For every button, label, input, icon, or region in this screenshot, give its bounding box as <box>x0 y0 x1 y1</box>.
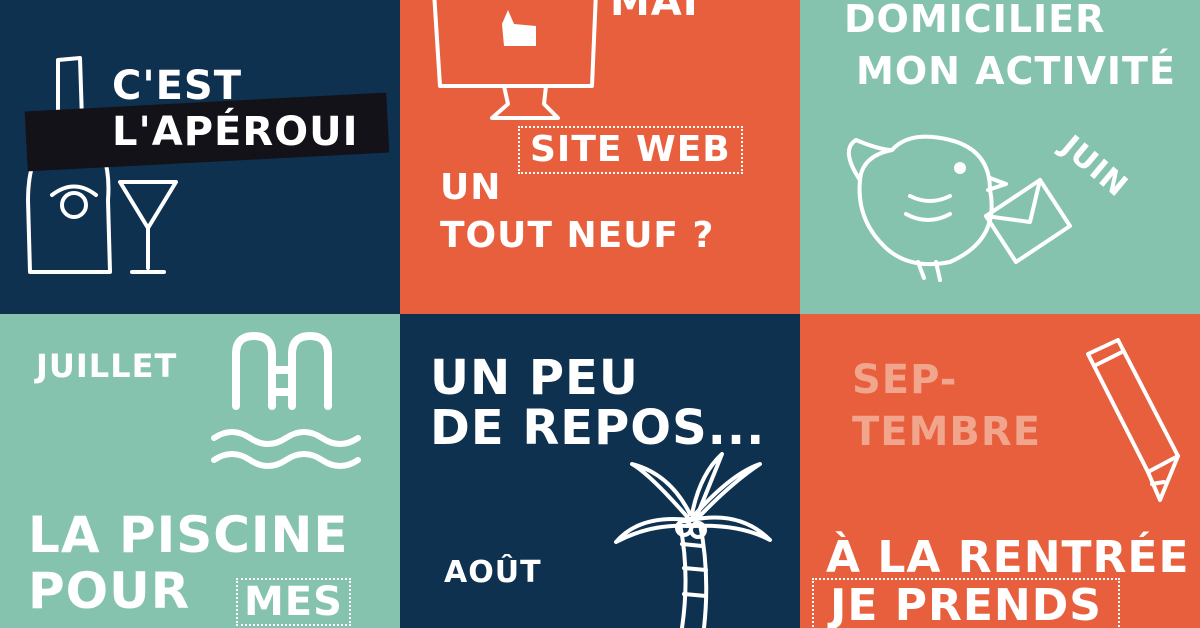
apero-line-1: C'EST <box>112 63 243 109</box>
juillet-line-3: MES <box>236 578 351 626</box>
mai-line-2: SITE WEB <box>518 126 743 174</box>
tile-septembre: SEP- TEMBRE À LA RENTRÉE JE PRENDS <box>800 314 1200 628</box>
septembre-line-1: À LA RENTRÉE <box>826 532 1190 583</box>
palm-tree-icon <box>614 452 772 628</box>
juillet-line-1: LA PISCINE <box>28 506 349 564</box>
tile-aout: UN PEU DE REPOS... AOÛT <box>400 314 800 628</box>
mai-line-1: UN <box>440 167 502 208</box>
month-label-mai: MAI <box>610 0 699 25</box>
tile-mai: MAI UN SITE WEB TOUT NEUF ? <box>400 0 800 314</box>
tile-apero: C'EST L'APÉROUI <box>0 0 400 314</box>
apero-line-2: L'APÉROUI <box>112 109 359 155</box>
juillet-line-2: POUR <box>28 562 191 620</box>
tile-juillet: JUILLET LA PISCINE POUR MES <box>0 314 400 628</box>
septembre-line-2: JE PRENDS <box>812 578 1120 628</box>
waves-icon <box>211 429 361 469</box>
month-collage: C'EST L'APÉROUI MAI UN SITE WEB TOUT NEU… <box>0 0 1200 628</box>
bird-with-letter-icon <box>847 134 1072 282</box>
mai-line-3: TOUT NEUF ? <box>440 215 715 256</box>
tile-juin: DOMICILIER MON ACTIVITÉ JUIN <box>800 0 1200 314</box>
